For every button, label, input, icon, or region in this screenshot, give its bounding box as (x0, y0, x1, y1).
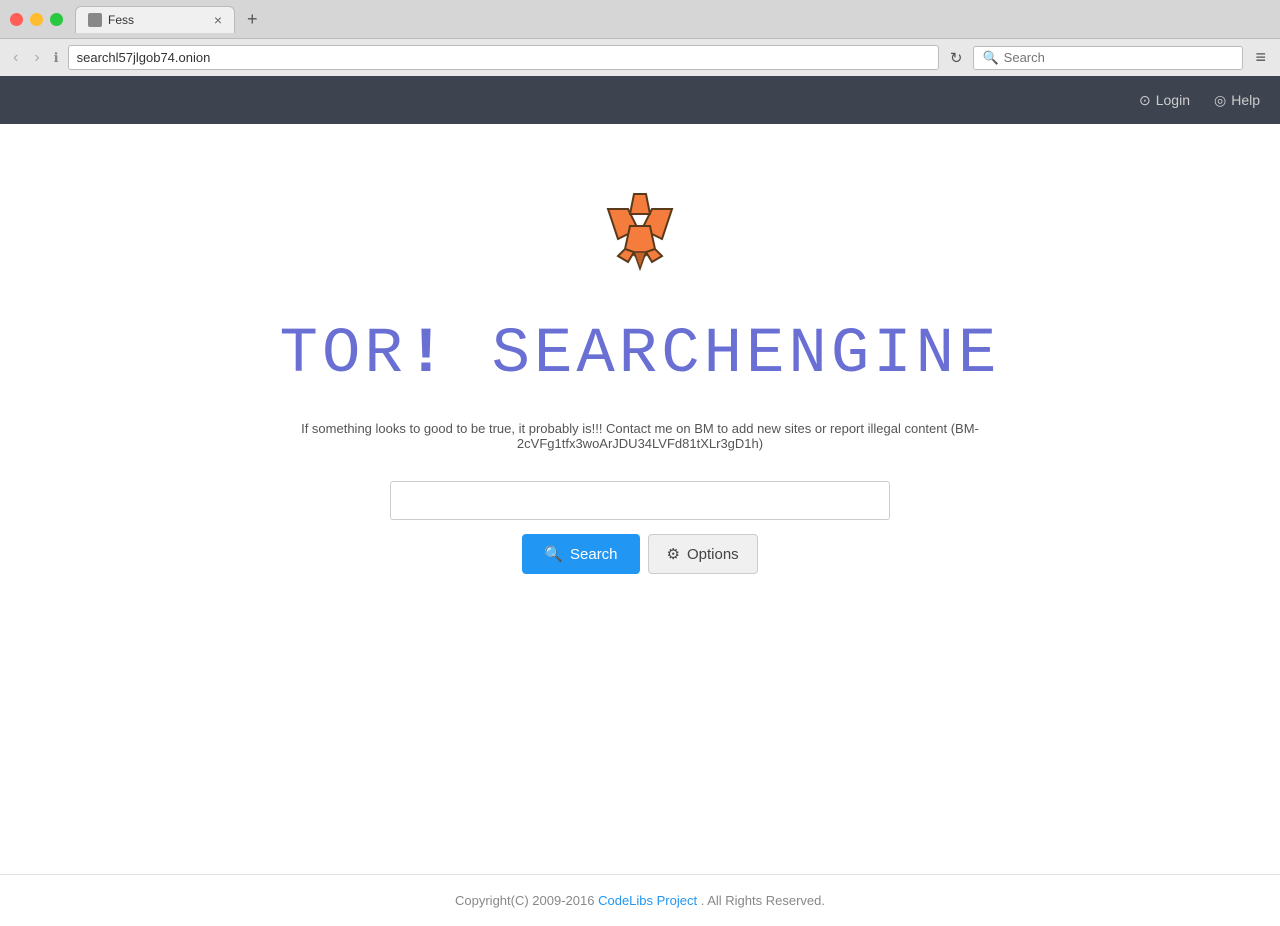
search-buttons: 🔍 Search ⚙ Options (522, 534, 757, 574)
browser-search-box: 🔍 (973, 46, 1243, 70)
site-nav: ⊙ Login ◎ Help (0, 76, 1280, 124)
title-searchengine: SearchEngine (492, 319, 1001, 391)
browser-menu-button[interactable]: ≡ (1249, 45, 1272, 70)
tab-close-button[interactable]: × (214, 13, 222, 27)
login-link[interactable]: ⊙ Login (1139, 92, 1190, 109)
close-window-button[interactable] (10, 13, 23, 26)
options-button[interactable]: ⚙ Options (648, 534, 758, 574)
maximize-window-button[interactable] (50, 13, 63, 26)
login-label: Login (1156, 92, 1190, 108)
tab-favicon (88, 13, 102, 27)
browser-chrome: Fess × + ‹ › ℹ ↻ 🔍 ≡ (0, 0, 1280, 76)
search-button-label: Search (570, 546, 618, 563)
search-button-icon: 🔍 (544, 545, 563, 563)
tagline: If something looks to good to be true, i… (240, 421, 1040, 451)
footer-rights: . All Rights Reserved. (701, 893, 825, 908)
tab-label: Fess (108, 13, 208, 27)
info-icon: ℹ (51, 48, 62, 68)
title-bar: Fess × + (0, 0, 1280, 38)
footer-copyright: Copyright(C) 2009-2016 (455, 893, 594, 908)
help-icon: ◎ (1214, 92, 1226, 109)
help-link[interactable]: ◎ Help (1214, 92, 1260, 109)
minimize-window-button[interactable] (30, 13, 43, 26)
url-input[interactable] (68, 45, 939, 70)
footer: Copyright(C) 2009-2016 CodeLibs Project … (0, 874, 1280, 926)
back-button[interactable]: ‹ (8, 47, 23, 69)
new-tab-button[interactable]: + (239, 5, 266, 34)
login-icon: ⊙ (1139, 92, 1151, 109)
title-tor: Tor (280, 319, 407, 391)
search-form: 🔍 Search ⚙ Options (390, 481, 890, 574)
page-content: .logo-fill { fill: #f47c3c; stroke: #5a3… (0, 124, 1280, 874)
help-label: Help (1231, 92, 1260, 108)
options-button-label: Options (687, 546, 739, 563)
address-bar: ‹ › ℹ ↻ 🔍 ≡ (0, 38, 1280, 76)
options-button-icon: ⚙ (667, 545, 680, 563)
site-title: Tor! SearchEngine (280, 319, 1001, 391)
footer-project-link[interactable]: CodeLibs Project (598, 893, 701, 908)
search-input[interactable] (390, 481, 890, 520)
search-button[interactable]: 🔍 Search (522, 534, 639, 574)
browser-tab[interactable]: Fess × (75, 6, 235, 33)
footer-project-name: CodeLibs Project (598, 893, 697, 908)
forward-button[interactable]: › (29, 47, 44, 69)
title-exclamation: ! (407, 319, 449, 391)
browser-search-input[interactable] (1004, 50, 1204, 65)
browser-search-icon: 🔍 (982, 50, 998, 66)
site-logo: .logo-fill { fill: #f47c3c; stroke: #5a3… (590, 184, 690, 299)
window-controls (10, 13, 63, 26)
reload-button[interactable]: ↻ (945, 47, 968, 69)
